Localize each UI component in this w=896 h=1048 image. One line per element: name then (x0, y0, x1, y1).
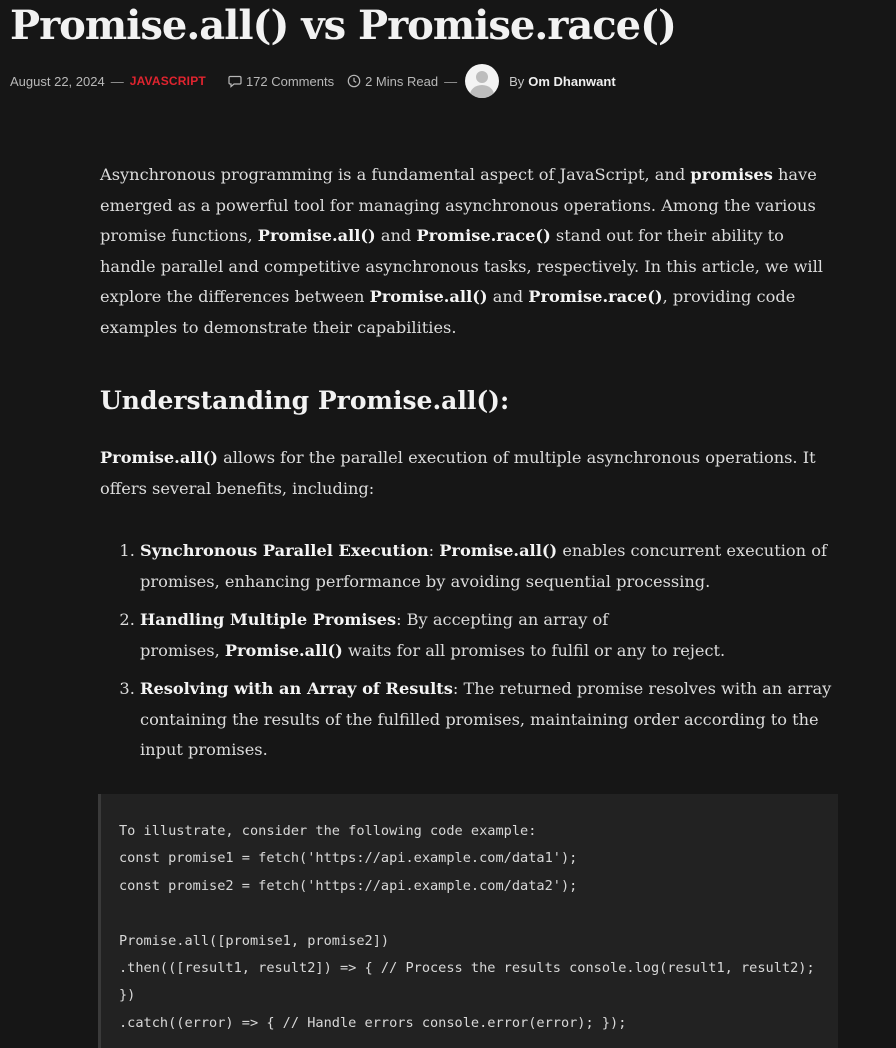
author-link[interactable]: Om Dhanwant (528, 74, 615, 89)
bold-text: promises (690, 165, 773, 184)
avatar-head-shape (476, 71, 489, 83)
list-item: Handling Multiple Promises: By accepting… (140, 605, 840, 666)
code-block: To illustrate, consider the following co… (98, 794, 838, 1048)
category-link[interactable]: JAVASCRIPT (130, 74, 206, 88)
clock-icon (347, 74, 361, 88)
read-time: 2 Mins Read (347, 74, 438, 89)
speech-bubble-icon (228, 75, 242, 88)
bold-text: Resolving with an Array of Results (140, 679, 453, 698)
bold-text: Promise.all() (224, 640, 343, 660)
meta-separator: — (110, 73, 124, 89)
post-date: August 22, 2024 (10, 73, 105, 89)
comments-count: 172 Comments (245, 73, 335, 89)
avatar-body-shape (470, 85, 495, 98)
benefits-list: Synchronous Parallel Execution: Promise.… (100, 536, 840, 766)
article-content: Asynchronous programming is a fundamenta… (100, 160, 840, 774)
bold-text: Synchronous Parallel Execution (140, 541, 429, 560)
code-text: To illustrate, consider the following co… (119, 823, 815, 1031)
list-item: Resolving with an Array of Results: The … (140, 674, 840, 766)
meta-separator: — (444, 73, 458, 89)
bold-text: Handling Multiple Promises (140, 610, 397, 629)
bold-text: Promise.all() (100, 448, 218, 467)
list-item: Synchronous Parallel Execution: Promise.… (140, 536, 840, 597)
post-meta: August 22, 2024 — JAVASCRIPT 172 Comment… (10, 64, 616, 98)
read-time-label: 2 Mins Read (365, 73, 439, 89)
article-page: Promise.all() vs Promise.race() August 2… (0, 0, 896, 1048)
by-label: By (509, 73, 525, 89)
bold-text: Promise.all() (439, 541, 558, 560)
intro-paragraph: Asynchronous programming is a fundamenta… (100, 165, 823, 337)
section-heading: Understanding Promise.all(): (100, 386, 510, 415)
bold-text: Promise.all() (369, 287, 488, 306)
section-paragraph: Promise.all() allows for the parallel ex… (100, 448, 816, 498)
bold-text: Promise.all() (257, 226, 376, 245)
bold-text: Promise.race() (416, 226, 551, 245)
post-title: Promise.all() vs Promise.race() (10, 2, 677, 49)
bold-text: Promise.race() (528, 287, 663, 306)
comments-link[interactable]: 172 Comments (228, 74, 334, 89)
author-avatar[interactable] (465, 64, 500, 98)
